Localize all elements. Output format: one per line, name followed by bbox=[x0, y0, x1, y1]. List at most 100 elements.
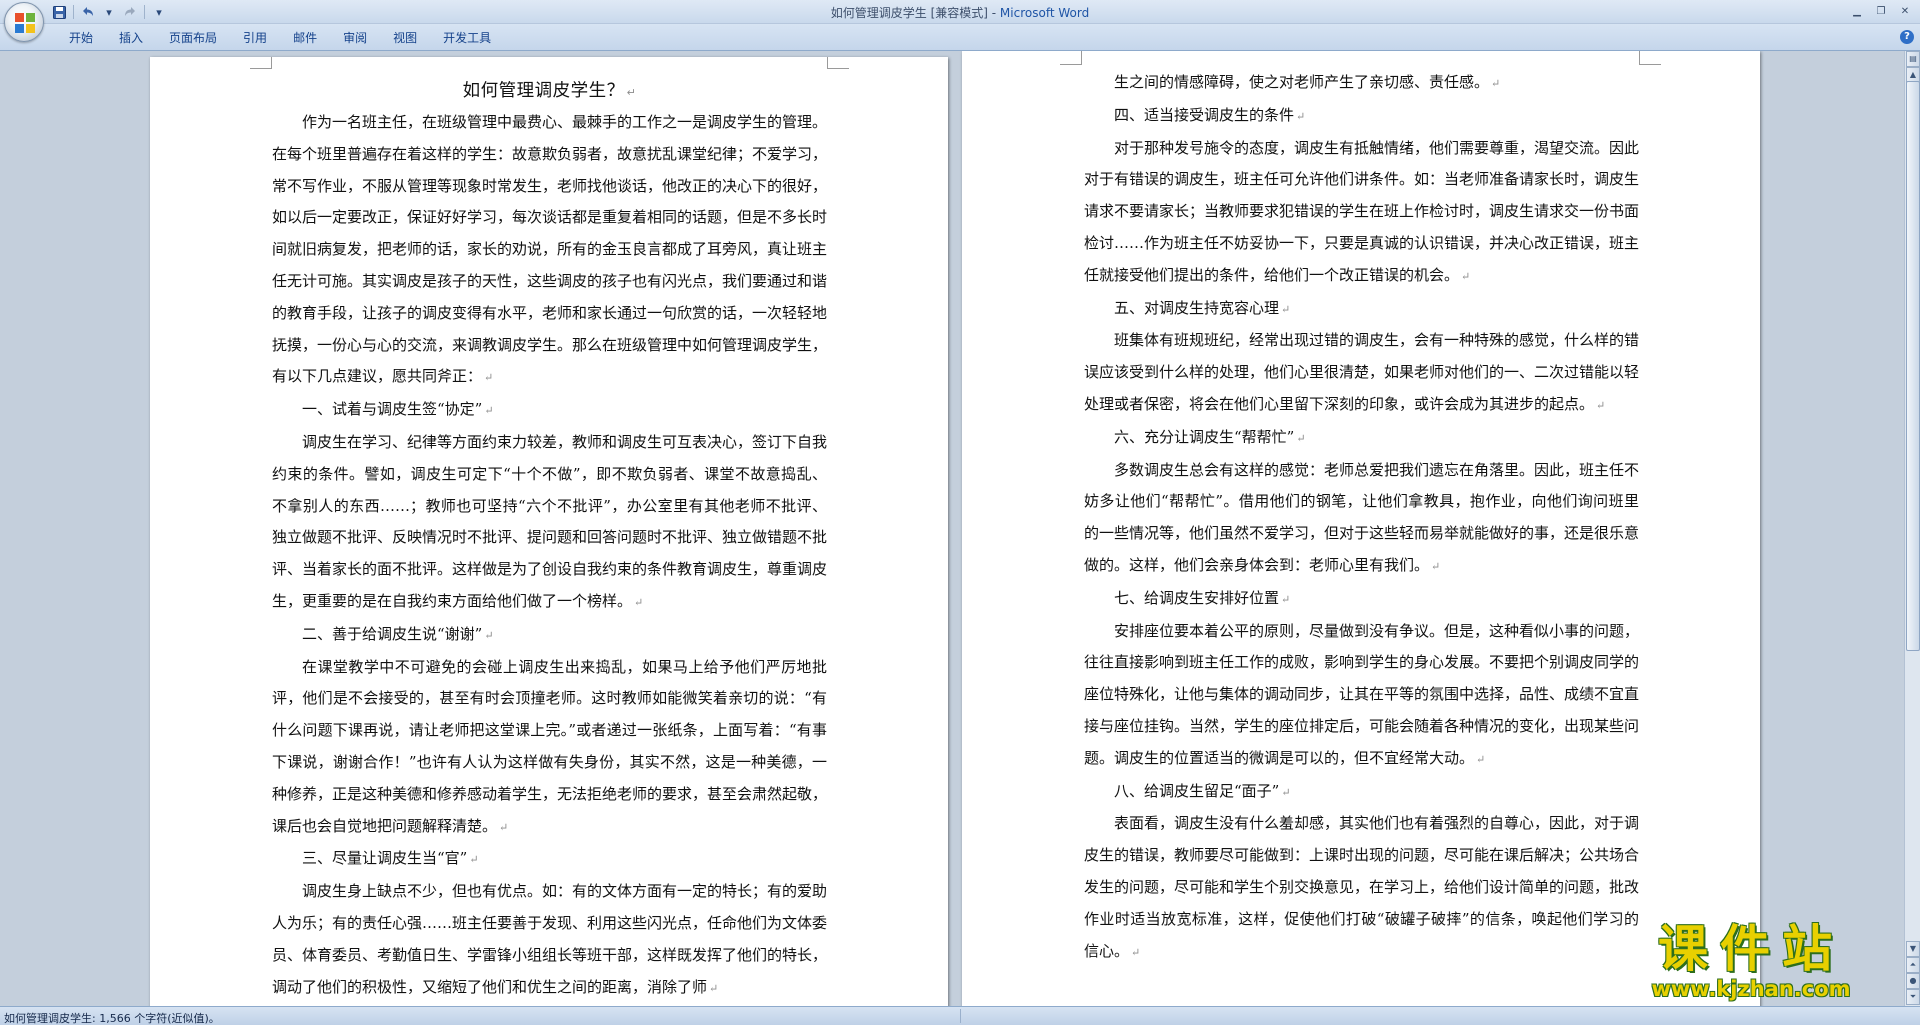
paragraph-text: 生之间的情感障碍，使之对老师产生了亲切感、责任感。 bbox=[1114, 73, 1490, 91]
ruler-toggle-icon[interactable]: ▤ bbox=[1906, 51, 1920, 67]
tab-home[interactable]: 开始 bbox=[56, 30, 106, 46]
ribbon-tab-bar: 开始 插入 页面布局 引用 邮件 审阅 视图 开发工具 ? bbox=[0, 24, 1920, 51]
next-page-icon[interactable]: ⏷ bbox=[1906, 989, 1920, 1005]
title-bar: ▾ ▾ 如何管理调皮学生 [兼容模式] - Microsoft Word ▁ ❐… bbox=[0, 0, 1920, 24]
watermark-url: www.kjzhan.com bbox=[1651, 977, 1851, 1001]
paragraph-text: 调皮生身上缺点不少，但也有优点。如：有的文体方面有一定的特长；有的爱助人为乐；有… bbox=[272, 882, 828, 996]
paragraph-text: 八、给调皮生留足“面子” bbox=[1114, 781, 1280, 800]
status-divider bbox=[960, 1009, 961, 1023]
paragraph-mark: ↵ bbox=[1281, 592, 1291, 606]
document-title: 如何管理调皮学生？ ↵ bbox=[272, 75, 827, 107]
watermark-name: 课件站 bbox=[1658, 920, 1844, 978]
tab-page-layout[interactable]: 页面布局 bbox=[156, 30, 230, 46]
document-paragraph: 八、给调皮生留足“面子” ↵ bbox=[1084, 776, 1639, 809]
paragraph-mark: ↵ bbox=[484, 628, 494, 642]
paragraph-mark: ↵ bbox=[1281, 302, 1291, 316]
paragraph-mark: ↵ bbox=[634, 595, 644, 609]
document-paragraph: 三、尽量让调皮生当“官” ↵ bbox=[272, 843, 827, 876]
document-paragraph: 在课堂教学中不可避免的会碰上调皮生出来捣乱，如果马上给予他们严厉地批评，他们是不… bbox=[272, 652, 827, 844]
paragraph-mark: ↵ bbox=[626, 86, 637, 99]
window-title-doc: 如何管理调皮学生 [兼容模式] - bbox=[830, 6, 1000, 20]
scroll-down-icon[interactable]: ▼ bbox=[1906, 941, 1920, 957]
paragraph-mark: ↵ bbox=[1461, 269, 1471, 283]
paragraph-text: 二、善于给调皮生说“谢谢” bbox=[302, 624, 483, 643]
document-paragraph: 安排座位要本着公平的原则，尽量做到没有争议。但是，这种看似小事的问题，往往直接影… bbox=[1084, 616, 1639, 776]
tab-references[interactable]: 引用 bbox=[230, 30, 280, 46]
document-paragraph: 六、充分让调皮生“帮帮忙” ↵ bbox=[1084, 422, 1639, 455]
document-paragraph: 七、给调皮生安排好位置 ↵ bbox=[1084, 583, 1639, 616]
paragraph-text: 一、试着与调皮生签“协定” bbox=[302, 400, 483, 419]
document-paragraph: 对于那种发号施令的态度，调皮生有抵触情绪，他们需要尊重，渴望交流。因此对于有错误… bbox=[1084, 133, 1639, 293]
paragraph-mark: ↵ bbox=[709, 981, 719, 995]
paragraph-mark: ↵ bbox=[1476, 752, 1486, 766]
status-bar: 如何管理调皮学生: 1,566 个字符(近似值)。 bbox=[0, 1006, 1920, 1025]
paragraph-mark: ↵ bbox=[1596, 398, 1606, 412]
document-paragraph: 一、试着与调皮生签“协定” ↵ bbox=[272, 394, 827, 427]
document-paragraph: 班集体有班规班纪，经常出现过错的调皮生，会有一种特殊的感觉，什么样的错误应该受到… bbox=[1084, 325, 1639, 421]
tab-view[interactable]: 视图 bbox=[380, 30, 430, 46]
crop-mark bbox=[1639, 51, 1661, 65]
page-left[interactable]: 如何管理调皮学生？ ↵ 作为一名班主任，在班级管理中最费心、最棘手的工作之一是调皮… bbox=[150, 57, 948, 1006]
ribbon-tabs: 开始 插入 页面布局 引用 邮件 审阅 视图 开发工具 bbox=[56, 30, 504, 46]
paragraph-mark: ↵ bbox=[469, 853, 479, 867]
word-count-status[interactable]: 如何管理调皮学生: 1,566 个字符(近似值)。 bbox=[4, 1010, 220, 1025]
minimize-icon[interactable]: ▁ bbox=[1846, 2, 1868, 20]
vertical-scrollbar[interactable]: ▤ ▲ ▼ ⏶ ● ⏷ bbox=[1904, 51, 1920, 1006]
tab-review[interactable]: 审阅 bbox=[330, 30, 380, 46]
paragraph-text: 多数调皮生总会有这样的感觉：老师总爱把我们遗忘在角落里。因此，班主任不妨多让他们… bbox=[1084, 460, 1640, 574]
paragraph-text: 在课堂教学中不可避免的会碰上调皮生出来捣乱，如果马上给予他们严厉地批评，他们是不… bbox=[272, 657, 828, 835]
watermark-logo: 课件站 www.kjzhan.com bbox=[1616, 921, 1886, 1003]
page-right[interactable]: 生之间的情感障碍，使之对老师产生了亲切感、责任感。 ↵ 四、适当接受调皮生的条件 ↵ 对… bbox=[962, 51, 1760, 1006]
browse-object-icon[interactable]: ● bbox=[1906, 973, 1920, 989]
paragraph-mark: ↵ bbox=[1296, 431, 1306, 445]
office-logo-icon bbox=[15, 13, 35, 33]
restore-icon[interactable]: ❐ bbox=[1870, 2, 1892, 20]
previous-page-icon[interactable]: ⏶ bbox=[1906, 957, 1920, 973]
paragraph-mark: ↵ bbox=[1296, 109, 1306, 123]
document-paragraph: 生之间的情感障碍，使之对老师产生了亲切感、责任感。 ↵ bbox=[1084, 67, 1639, 100]
paragraph-text: 四、适当接受调皮生的条件 bbox=[1114, 105, 1295, 124]
paragraph-mark: ↵ bbox=[1131, 945, 1141, 959]
document-area[interactable]: 如何管理调皮学生？ ↵ 作为一名班主任，在班级管理中最费心、最棘手的工作之一是调皮… bbox=[0, 51, 1904, 1006]
paragraph-mark: ↵ bbox=[1281, 785, 1291, 799]
window-title: 如何管理调皮学生 [兼容模式] - Microsoft Word bbox=[0, 4, 1920, 21]
paragraph-mark: ↵ bbox=[499, 820, 509, 834]
paragraph-text: 七、给调皮生安排好位置 bbox=[1114, 588, 1280, 607]
paragraph-text: 六、充分让调皮生“帮帮忙” bbox=[1114, 427, 1295, 446]
paragraph-mark: ↵ bbox=[484, 404, 494, 418]
paragraph-text: 三、尽量让调皮生当“官” bbox=[302, 849, 468, 868]
paragraph-text: 安排座位要本着公平的原则，尽量做到没有争议。但是，这种看似小事的问题，往往直接影… bbox=[1084, 621, 1640, 767]
crop-mark bbox=[827, 57, 849, 69]
paragraph-text: 五、对调皮生持宽容心理 bbox=[1114, 298, 1280, 317]
document-paragraph: 调皮生在学习、纪律等方面约束力较差，教师和调皮生可互表决心，签订下自我约束的条件… bbox=[272, 427, 827, 619]
window-controls: ▁ ❐ ✕ bbox=[1846, 2, 1916, 20]
paragraph-text: 对于那种发号施令的态度，调皮生有抵触情绪，他们需要尊重，渴望交流。因此对于有错误… bbox=[1084, 138, 1640, 284]
office-button[interactable] bbox=[4, 2, 44, 42]
scrollbar-thumb[interactable] bbox=[1906, 81, 1920, 651]
page-left-body: 如何管理调皮学生？ ↵ 作为一名班主任，在班级管理中最费心、最棘手的工作之一是调皮… bbox=[272, 75, 827, 1004]
document-paragraph: 多数调皮生总会有这样的感觉：老师总爱把我们遗忘在角落里。因此，班主任不妨多让他们… bbox=[1084, 455, 1639, 583]
paragraph-text: 表面看，调皮生没有什么羞却感，其实他们也有着强烈的自尊心，因此，对于调皮生的错误… bbox=[1084, 814, 1640, 960]
page-right-body: 生之间的情感障碍，使之对老师产生了亲切感、责任感。 ↵ 四、适当接受调皮生的条件 ↵ 对… bbox=[1084, 67, 1639, 968]
document-paragraph: 作为一名班主任，在班级管理中最费心、最棘手的工作之一是调皮学生的管理。在每个班里… bbox=[272, 107, 827, 394]
paragraph-mark: ↵ bbox=[1491, 77, 1501, 90]
window-title-app: Microsoft Word bbox=[999, 6, 1090, 20]
document-paragraph: 四、适当接受调皮生的条件 ↵ bbox=[1084, 100, 1639, 133]
tab-insert[interactable]: 插入 bbox=[106, 30, 156, 46]
paragraph-text: 调皮生在学习、纪律等方面约束力较差，教师和调皮生可互表决心，签订下自我约束的条件… bbox=[272, 432, 828, 610]
paragraph-text: 作为一名班主任，在班级管理中最费心、最棘手的工作之一是调皮学生的管理。在每个班里… bbox=[272, 113, 828, 386]
help-icon[interactable]: ? bbox=[1900, 30, 1914, 44]
paragraph-mark: ↵ bbox=[1431, 559, 1441, 573]
paragraph-mark: ↵ bbox=[484, 371, 494, 385]
paragraph-text: 班集体有班规班纪，经常出现过错的调皮生，会有一种特殊的感觉，什么样的错误应该受到… bbox=[1084, 331, 1640, 413]
document-paragraph: 五、对调皮生持宽容心理 ↵ bbox=[1084, 293, 1639, 326]
document-paragraph: 调皮生身上缺点不少，但也有优点。如：有的文体方面有一定的特长；有的爱助人为乐；有… bbox=[272, 876, 827, 1004]
crop-mark bbox=[1060, 51, 1082, 65]
document-paragraph: 二、善于给调皮生说“谢谢” ↵ bbox=[272, 619, 827, 652]
tab-mailings[interactable]: 邮件 bbox=[280, 30, 330, 46]
document-title-text: 如何管理调皮学生？ bbox=[462, 81, 625, 101]
crop-mark bbox=[250, 57, 272, 69]
tab-developer[interactable]: 开发工具 bbox=[430, 30, 504, 46]
close-icon[interactable]: ✕ bbox=[1894, 2, 1916, 20]
document-paragraph: 表面看，调皮生没有什么羞却感，其实他们也有着强烈的自尊心，因此，对于调皮生的错误… bbox=[1084, 808, 1639, 968]
